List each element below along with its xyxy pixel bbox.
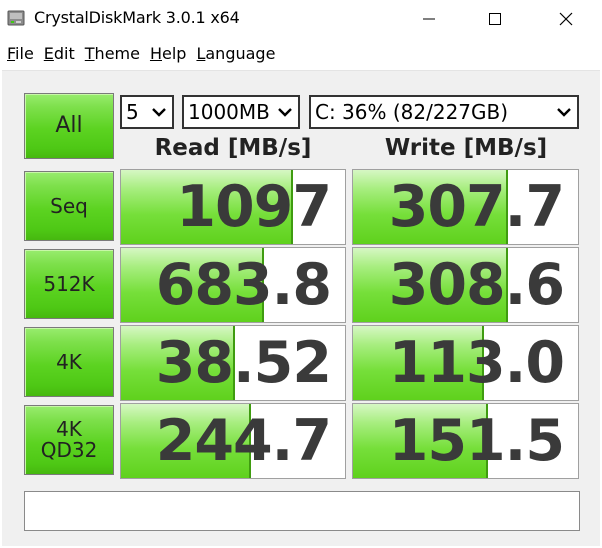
512k-write-cell: 308.6 [352,247,579,323]
minimize-button[interactable] [406,0,452,38]
4k-qd32-read-value: 244.7 [155,408,332,474]
4k-qd32-write-cell: 151.5 [352,403,579,479]
4k-qd32-read-cell: 244.7 [120,403,346,479]
chevron-down-icon [152,108,166,117]
maximize-icon [489,13,501,25]
512k-write-value: 308.6 [388,252,565,318]
menu-file[interactable]: File [7,44,34,63]
seq-button[interactable]: Seq [24,171,114,241]
4k-qd32-button[interactable]: 4K QD32 [24,405,114,475]
seq-read-cell: 1097 [120,169,346,245]
status-box [24,491,580,531]
menu-language[interactable]: Language [196,44,275,63]
test-size-select[interactable]: 1000MB [182,95,300,129]
window-title: CrystalDiskMark 3.0.1 x64 [34,8,240,27]
4k-qd32-write-value: 151.5 [388,408,565,474]
4k-read-value: 38.52 [155,330,332,396]
menu-edit[interactable]: Edit [44,44,75,63]
512k-button[interactable]: 512K [24,249,114,319]
4k-read-cell: 38.52 [120,325,346,401]
menu-theme[interactable]: Theme [85,44,140,63]
512k-read-cell: 683.8 [120,247,346,323]
maximize-button[interactable] [472,0,518,38]
all-button[interactable]: All [24,93,114,159]
minimize-icon [423,18,435,20]
test-count-select[interactable]: 5 [120,95,174,129]
4k-write-cell: 113.0 [352,325,579,401]
seq-read-value: 1097 [176,174,332,240]
main-panel: All 5 1000MB C: 36% (82/227GB) Read [MB/… [2,70,600,546]
read-header: Read [MB/s] [154,135,312,161]
menu-help[interactable]: Help [150,44,186,63]
4k-button[interactable]: 4K [24,327,114,397]
close-icon [559,12,573,26]
chevron-down-icon [557,108,571,117]
disk-icon [7,10,25,26]
seq-write-cell: 307.7 [352,169,579,245]
4k-write-value: 113.0 [388,330,565,396]
chevron-down-icon [278,108,292,117]
menu-bar: File Edit Theme Help Language [0,38,602,68]
drive-select[interactable]: C: 36% (82/227GB) [309,95,579,129]
write-header: Write [MB/s] [384,135,548,161]
512k-read-value: 683.8 [155,252,332,318]
close-button[interactable] [543,0,589,38]
seq-write-value: 307.7 [388,174,565,240]
title-bar: CrystalDiskMark 3.0.1 x64 [0,0,602,38]
